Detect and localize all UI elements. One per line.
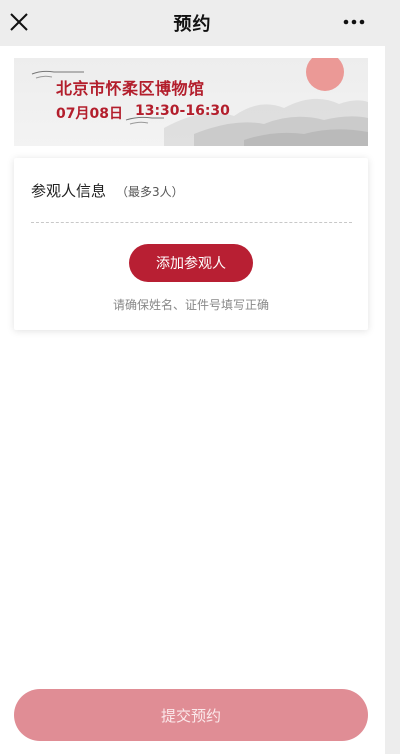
more-icon[interactable] [343, 14, 365, 30]
visitor-limit-hint: （最多3人） [116, 185, 184, 199]
nav-bar: 预约 [0, 0, 385, 46]
visit-time: 07月08日 13:30-16:30 [56, 103, 230, 123]
close-icon[interactable] [9, 12, 29, 32]
visit-date: 07月08日 [56, 106, 123, 122]
event-banner: 北京市怀柔区博物馆 07月08日 13:30-16:30 [14, 58, 368, 146]
visitor-info-title: 参观人信息 [31, 182, 107, 200]
museum-name: 北京市怀柔区博物馆 [56, 79, 205, 98]
visit-time-range: 13:30-16:30 [134, 103, 230, 119]
visitor-info-card: 参观人信息 （最多3人） 添加参观人 请确保姓名、证件号填写正确 [14, 158, 368, 330]
dashed-divider [31, 222, 352, 223]
visitor-info-header: 参观人信息 （最多3人） [31, 180, 184, 201]
landscape-illustration [31, 58, 368, 146]
input-accuracy-tip: 请确保姓名、证件号填写正确 [112, 298, 269, 312]
page: 预约 北京市怀柔区博物馆 07月08日 13:30-16:30 参观人信息 （最… [0, 0, 400, 754]
add-visitor-button[interactable]: 添加参观人 [129, 244, 253, 282]
scrollbar-track [385, 0, 400, 754]
submit-reservation-button[interactable]: 提交预约 [14, 689, 368, 741]
page-title: 预约 [173, 14, 212, 35]
